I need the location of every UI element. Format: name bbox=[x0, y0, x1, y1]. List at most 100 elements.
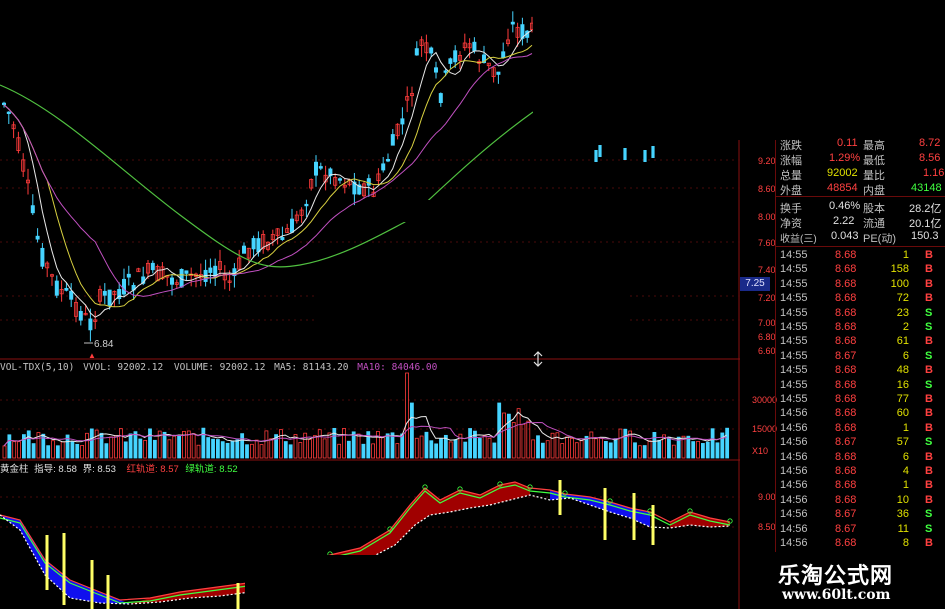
tick-row[interactable]: 14:55 8.68 48 B bbox=[775, 363, 945, 377]
volume-bar bbox=[259, 444, 264, 459]
tick-volume: 48 bbox=[896, 364, 909, 377]
volume-bar bbox=[177, 435, 182, 459]
volume-bar bbox=[264, 430, 269, 459]
candle-body bbox=[313, 161, 318, 176]
tick-volume: 6 bbox=[902, 450, 909, 463]
tick-row[interactable]: 14:55 8.68 16 S bbox=[775, 378, 945, 392]
volume-axis-tick: 30000 bbox=[752, 395, 778, 405]
tick-side: S bbox=[925, 436, 933, 449]
quote-row-volume: 总量 92002 量比 1.16 bbox=[775, 166, 945, 182]
volume-value: VOLUME: 92002.12 bbox=[173, 362, 266, 373]
tick-time: 14:55 bbox=[780, 306, 808, 319]
tick-row[interactable]: 14:56 8.68 6 B bbox=[775, 450, 945, 464]
volume-bar bbox=[574, 442, 579, 459]
tick-side: S bbox=[925, 349, 933, 362]
ma5-line bbox=[3, 29, 533, 318]
tick-price: 8.68 bbox=[835, 465, 857, 477]
tick-price: 8.68 bbox=[835, 407, 857, 420]
volume-bar bbox=[99, 432, 104, 459]
candle-body bbox=[318, 166, 323, 169]
tick-row[interactable]: 14:56 8.67 36 S bbox=[775, 507, 945, 521]
volume-bar bbox=[453, 439, 458, 459]
tick-volume: 60 bbox=[896, 407, 909, 420]
volume-bar bbox=[279, 429, 283, 459]
volume-bar bbox=[647, 440, 652, 459]
volume-bar bbox=[531, 439, 536, 459]
volume-bar bbox=[12, 441, 17, 459]
candle-body bbox=[448, 58, 453, 64]
volume-bar bbox=[80, 445, 84, 459]
quote-label: PE(动) bbox=[863, 233, 896, 245]
tick-time: 14:56 bbox=[780, 522, 808, 535]
price-axis-tick: 8.00 bbox=[758, 212, 776, 222]
tick-volume: 1 bbox=[902, 249, 909, 261]
site-watermark: 乐淘公式网 www.60lt.com bbox=[758, 552, 945, 609]
tick-row[interactable]: 14:56 8.67 11 S bbox=[775, 522, 945, 536]
volume-bar bbox=[361, 443, 366, 459]
candle-body bbox=[78, 310, 83, 321]
tick-row[interactable]: 14:55 8.68 61 B bbox=[775, 334, 945, 348]
candle-body bbox=[107, 289, 112, 306]
volume-ma10: MA10: 84046.00 bbox=[357, 362, 438, 373]
volume-bar bbox=[516, 408, 521, 459]
tick-row[interactable]: 14:55 8.68 100 B bbox=[775, 277, 945, 291]
low-price-marker: 6.84 ▲ bbox=[84, 339, 114, 360]
volume-bar bbox=[206, 437, 211, 459]
indicator-axis-tick: 8.50 bbox=[758, 522, 776, 532]
tick-row[interactable]: 14:55 8.68 72 B bbox=[775, 291, 945, 305]
volume-bar bbox=[211, 438, 215, 459]
tick-volume: 10 bbox=[896, 493, 909, 506]
candle-body bbox=[594, 150, 598, 162]
quote-row-change: 涨跌 0.11 最高 8.72 bbox=[775, 136, 945, 152]
candle-body bbox=[443, 70, 448, 73]
tick-row[interactable]: 14:55 8.68 1 B bbox=[775, 248, 945, 262]
tick-volume: 57 bbox=[896, 436, 909, 449]
volume-indicator-name: VOL-TDX(5,10) bbox=[0, 362, 75, 373]
indicator-panel-header: 黄金柱 指导: 8.58 界: 8.53 红轨道: 8.57 绿轨道: 8.52 bbox=[0, 461, 238, 475]
tick-volume: 1 bbox=[902, 479, 909, 492]
candle-body bbox=[510, 21, 515, 25]
tick-row[interactable]: 14:56 8.68 10 B bbox=[775, 493, 945, 507]
volume-bar bbox=[642, 445, 647, 459]
volume-bar bbox=[143, 439, 148, 459]
candle-body bbox=[304, 203, 309, 207]
volume-bar bbox=[55, 445, 60, 459]
candle-body bbox=[126, 273, 131, 278]
tick-row[interactable]: 14:55 8.67 6 S bbox=[775, 349, 945, 363]
tick-row[interactable]: 14:56 8.68 1 B bbox=[775, 478, 945, 492]
tick-list[interactable]: 14:55 8.68 1 B 14:55 8.68 158 B 14:55 8.68 100 B 14:… bbox=[775, 246, 945, 563]
tick-volume: 100 bbox=[890, 277, 909, 290]
tick-row[interactable]: 14:55 8.68 23 S bbox=[775, 306, 945, 320]
candle-body bbox=[150, 262, 155, 271]
volume-bar bbox=[85, 432, 89, 459]
candle-body bbox=[400, 118, 405, 125]
tick-price: 8.68 bbox=[835, 450, 857, 463]
tick-row[interactable]: 14:56 8.68 1 B bbox=[775, 421, 945, 435]
tick-row[interactable]: 14:56 8.68 4 B bbox=[775, 464, 945, 478]
volume-bar bbox=[705, 441, 710, 459]
ma20-line bbox=[3, 53, 533, 297]
tick-price: 8.68 bbox=[835, 277, 857, 290]
tick-row[interactable]: 14:56 8.68 8 B bbox=[775, 536, 945, 550]
volume-bar bbox=[245, 444, 249, 459]
tick-volume: 72 bbox=[896, 292, 909, 305]
quote-value: 0.043 bbox=[831, 230, 859, 242]
tick-row[interactable]: 14:56 8.68 60 B bbox=[775, 406, 945, 420]
volume-bar bbox=[201, 427, 206, 459]
tick-row[interactable]: 14:55 8.68 2 S bbox=[775, 320, 945, 334]
tick-side: B bbox=[925, 263, 933, 276]
tick-row[interactable]: 14:55 8.68 77 B bbox=[775, 392, 945, 406]
tick-row[interactable]: 14:55 8.68 158 B bbox=[775, 262, 945, 276]
tick-price: 8.67 bbox=[835, 508, 857, 521]
tick-time: 14:56 bbox=[780, 479, 808, 492]
price-axis-tick: 8.60 bbox=[758, 184, 776, 194]
volume-bar bbox=[288, 444, 293, 459]
volume-bar bbox=[686, 435, 691, 459]
volume-bar bbox=[230, 440, 235, 459]
tick-side: B bbox=[925, 450, 933, 463]
tick-price: 8.68 bbox=[835, 364, 857, 377]
tick-row[interactable]: 14:56 8.67 57 S bbox=[775, 435, 945, 449]
volume-bar bbox=[380, 437, 385, 459]
volume-bar bbox=[269, 438, 274, 459]
candle-body bbox=[390, 134, 395, 146]
